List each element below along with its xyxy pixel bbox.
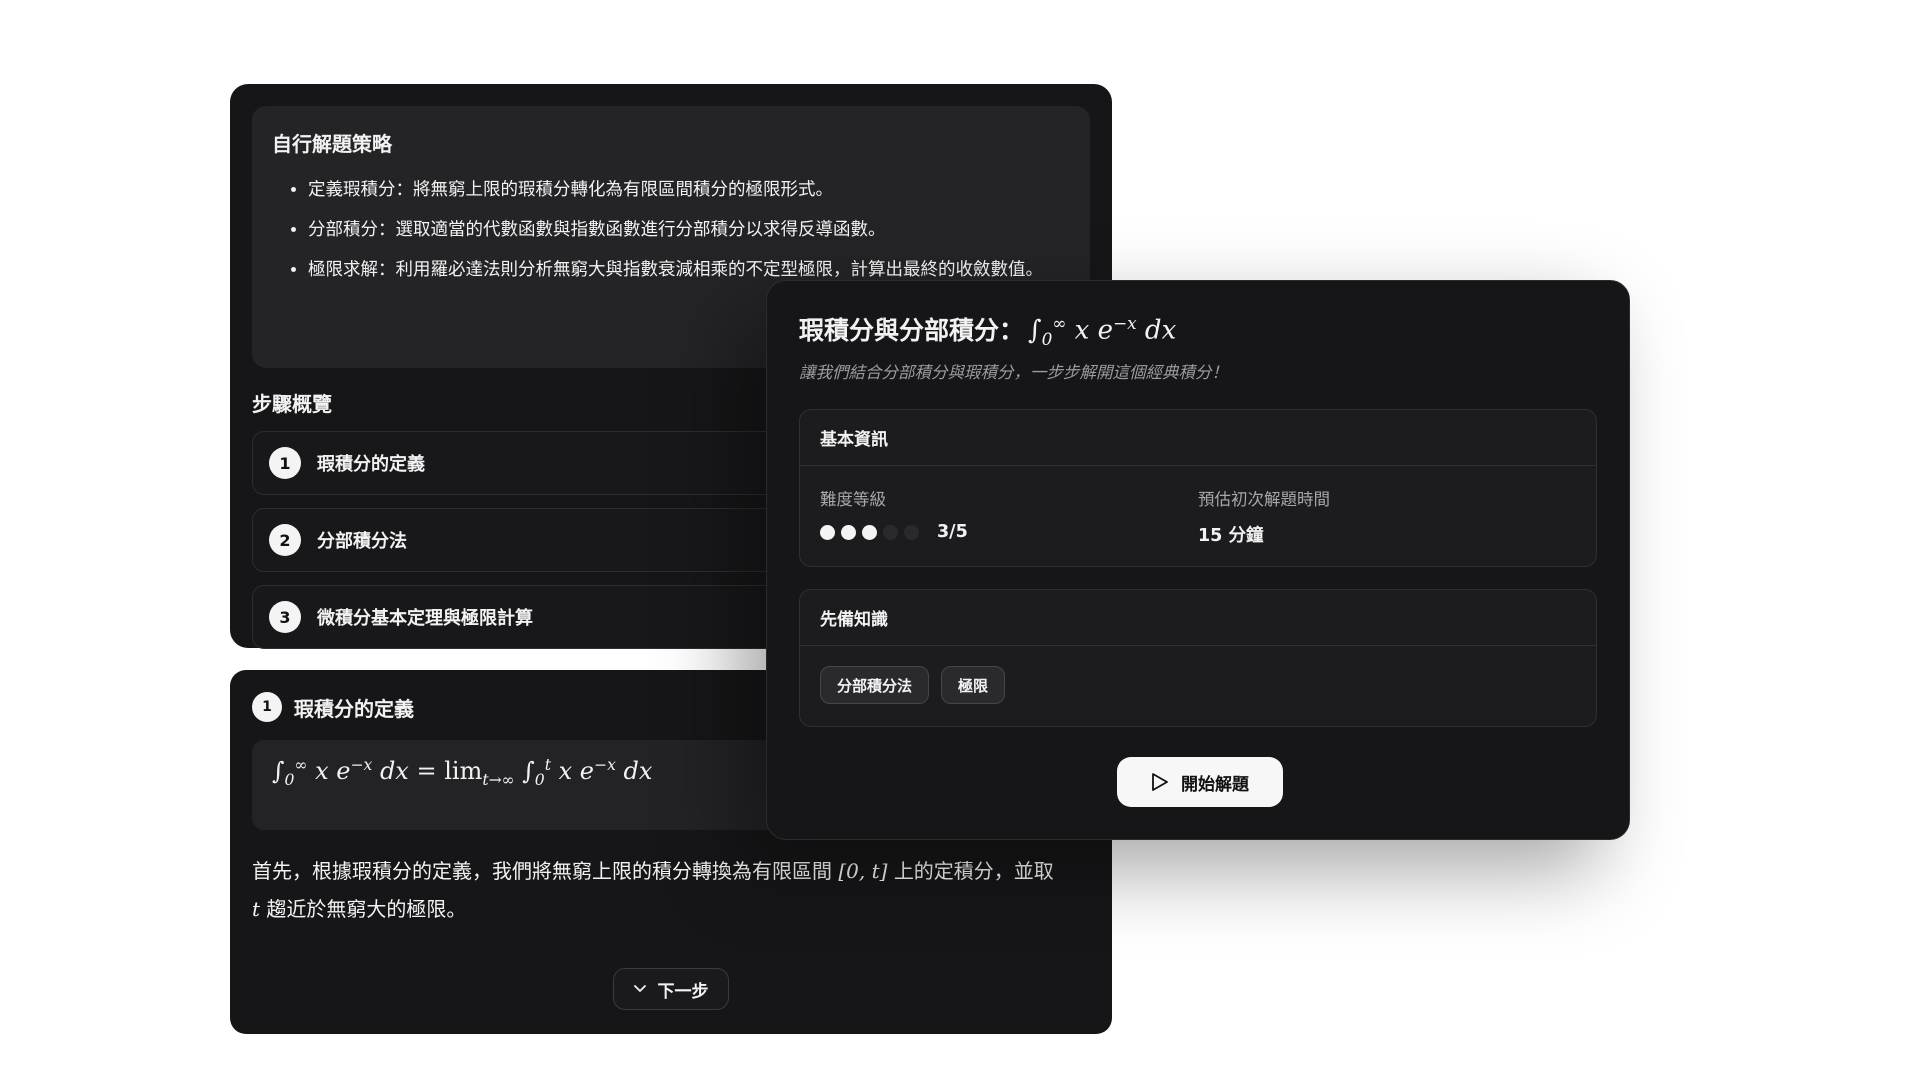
difficulty-dot — [841, 524, 856, 540]
prereq-tag[interactable]: 極限 — [941, 666, 1006, 705]
play-icon — [1152, 773, 1168, 791]
step-label: 分部積分法 — [317, 531, 407, 552]
prereq-tag[interactable]: 分部積分法 — [820, 666, 930, 705]
step-number: 3 — [269, 601, 301, 633]
problem-info-card: 瑕積分與分部積分： ∫0∞ x e−x dx 讓我們結合分部積分與瑕積分，一步步… — [766, 280, 1630, 840]
difficulty-dot — [820, 524, 835, 540]
prereq-header: 先備知識 — [800, 590, 1596, 647]
step-label: 微積分基本定理與極限計算 — [317, 608, 533, 629]
strategy-list: 定義瑕積分：將無窮上限的瑕積分轉化為有限區間積分的極限形式。 分部積分：選取適當… — [272, 173, 1070, 287]
problem-subtitle: 讓我們結合分部積分與瑕積分，一步步解開這個經典積分！ — [799, 363, 1228, 383]
chevron-down-icon — [633, 985, 646, 992]
start-solving-label: 開始解題 — [1181, 774, 1249, 795]
next-step-label: 下一步 — [657, 981, 709, 1002]
next-step-button[interactable]: 下一步 — [613, 968, 729, 1010]
strategy-item: 定義瑕積分：將無窮上限的瑕積分轉化為有限區間積分的極限形式。 — [308, 173, 1070, 207]
problem-formula: ∫0∞ x e−x dx — [1028, 313, 1177, 350]
problem-title: 瑕積分與分部積分： ∫0∞ x e−x dx — [799, 313, 1177, 350]
step-detail-text: 首先，根據瑕積分的定義，我們將無窮上限的積分轉換為有限區間 [0, t] 上的定… — [252, 859, 1054, 921]
difficulty-dots — [820, 524, 925, 540]
difficulty-label: 難度等級 — [820, 490, 886, 510]
strategy-title: 自行解題策略 — [272, 132, 392, 156]
time-label: 預估初次解題時間 — [1198, 490, 1330, 510]
strategy-item: 分部積分：選取適當的代數函數與指數函數進行分部積分以求得反導函數。 — [308, 213, 1070, 247]
basic-info-box: 基本資訊 難度等級 3/5 預估初次解題時間 15 分鐘 — [799, 409, 1597, 568]
difficulty-dot — [904, 524, 919, 540]
start-solving-button[interactable]: 開始解題 — [1117, 757, 1283, 807]
step-number: 1 — [252, 692, 282, 722]
step-number: 1 — [269, 447, 301, 479]
step-label: 瑕積分的定義 — [317, 454, 425, 475]
difficulty-rating: 3/5 — [820, 522, 1198, 542]
difficulty-dot — [883, 524, 898, 540]
step-number: 2 — [269, 524, 301, 556]
time-value: 15 分鐘 — [1198, 526, 1264, 547]
integral-formula: ∫0∞ x e−x dx = limt→∞ ∫0t x e−x dx — [272, 756, 653, 789]
step-detail-title: 瑕積分的定義 — [294, 696, 414, 721]
difficulty-text: 3/5 — [937, 522, 968, 543]
basic-info-header: 基本資訊 — [800, 410, 1596, 467]
prereq-box: 先備知識 分部積分法 極限 — [799, 589, 1597, 728]
difficulty-dot — [862, 524, 877, 540]
